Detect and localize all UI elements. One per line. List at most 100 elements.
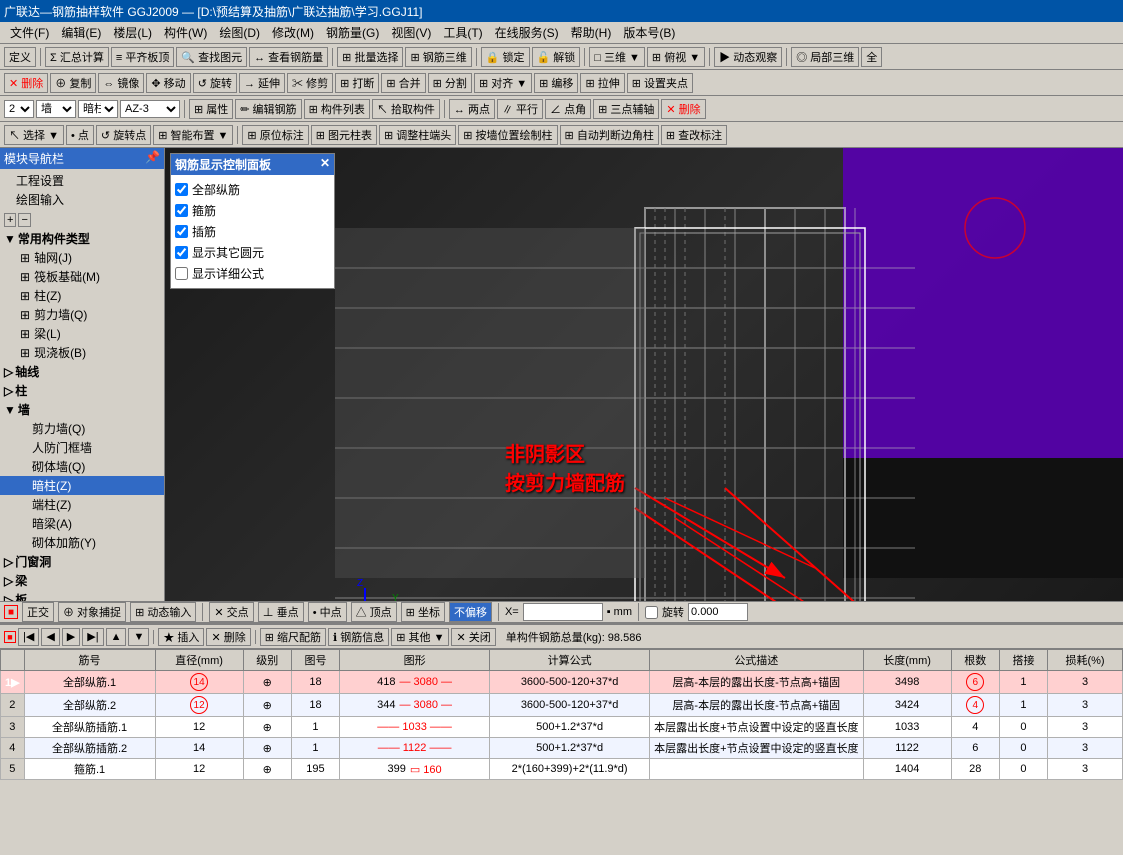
btn-parallel[interactable]: ∥ 平行	[497, 99, 543, 119]
btn-rebar-3d[interactable]: ⊞ 钢筋三维	[405, 47, 471, 67]
cell-diameter-5[interactable]: 12	[155, 759, 243, 780]
btn-rotate-point[interactable]: ↺ 旋转点	[96, 125, 151, 145]
btn-move[interactable]: ✥ 移动	[146, 73, 190, 93]
sidebar-item-beam[interactable]: ⊞ 梁(L)	[0, 324, 164, 343]
sidebar-item-project-settings[interactable]: 工程设置	[0, 171, 164, 190]
btn-find[interactable]: 🔍 查找图元	[176, 47, 247, 67]
menu-version[interactable]: 版本号(B)	[617, 22, 681, 43]
group-board[interactable]: ▷ 板	[0, 590, 164, 601]
btn-print[interactable]: ⊞ 打断	[335, 73, 379, 93]
cell-jinhao-2[interactable]: 全部纵筋.2	[24, 694, 155, 717]
cell-length-2[interactable]: 3424	[863, 694, 951, 717]
cell-diameter-2[interactable]: 12	[155, 694, 243, 717]
sidebar-item-slab[interactable]: ⊞ 现浇板(B)	[0, 343, 164, 362]
btn-lock[interactable]: 🔒 锁定	[481, 47, 530, 67]
element-select[interactable]: 暗柱	[78, 100, 118, 118]
sidebar-pin[interactable]: 📌	[145, 150, 160, 167]
btn-batch-select[interactable]: ⊞ 批量选择	[337, 47, 403, 67]
cell-desc-4[interactable]: 本层露出长度+节点设置中设定的竖直长度	[650, 738, 863, 759]
cell-overlap-2[interactable]: 1	[999, 694, 1047, 717]
btn-nav-up[interactable]: ▲	[106, 628, 127, 646]
btn-snap[interactable]: ⊕ 对象捕捉	[58, 602, 126, 622]
btn-dynamic-input[interactable]: ⊞ 动态输入	[130, 602, 196, 622]
btn-split[interactable]: ⊞ 分割	[428, 73, 472, 93]
cell-formula-5[interactable]: 2*(160+399)+2*(11.9*d)	[490, 759, 650, 780]
btn-add[interactable]: +	[4, 213, 16, 227]
table-scroll-area[interactable]: 筋号 直径(mm) 级别 图号 图形 计算公式 公式描述 长度(mm) 根数 搭…	[0, 649, 1123, 855]
cell-loss-1[interactable]: 3	[1048, 671, 1123, 694]
rebar-panel-close[interactable]: ✕	[320, 156, 330, 173]
btn-no-offset[interactable]: 不偏移	[449, 602, 492, 622]
btn-mirror[interactable]: ⇔ 镜像	[98, 73, 144, 93]
menu-online[interactable]: 在线服务(S)	[489, 22, 565, 43]
cell-figure-4[interactable]: —— 1122 ——	[340, 738, 490, 759]
table-row[interactable]: 2 全部纵筋.2 12 ⊕ 18 344 — 3080 — 3600-500-1…	[1, 694, 1123, 717]
btn-define[interactable]: 定义	[4, 47, 36, 67]
btn-close[interactable]: ✕ 关闭	[451, 628, 495, 646]
sidebar-item-column[interactable]: ⊞ 柱(Z)	[0, 286, 164, 305]
cell-length-3[interactable]: 1033	[863, 717, 951, 738]
cell-tuhao-1[interactable]: 18	[291, 671, 339, 694]
sidebar-item-shear-wall[interactable]: ⊞ 剪力墙(Q)	[0, 305, 164, 324]
sidebar-item-draw-input[interactable]: 绘图输入	[0, 190, 164, 209]
btn-point-angle[interactable]: ∠ 点角	[545, 99, 591, 119]
type-select[interactable]: 墙	[36, 100, 76, 118]
cell-figure-2[interactable]: 344 — 3080 —	[340, 694, 490, 717]
sidebar-item-civil-defense-wall[interactable]: 人防门框墙	[0, 438, 164, 457]
btn-minus[interactable]: −	[18, 213, 30, 227]
btn-nav-first[interactable]: |◀	[18, 628, 39, 646]
cell-formula-4[interactable]: 500+1.2*37*d	[490, 738, 650, 759]
btn-3d[interactable]: □ 三维 ▼	[589, 47, 645, 67]
btn-nav-next[interactable]: ▶	[62, 628, 80, 646]
cell-length-5[interactable]: 1404	[863, 759, 951, 780]
btn-table-delete[interactable]: ✕ 删除	[206, 628, 250, 646]
btn-view-rebar[interactable]: ↔ 查看钢筋量	[249, 47, 328, 67]
table-row[interactable]: 1▶ 全部纵筋.1 14 ⊕ 18 418 — 3080 — 3600-500-…	[1, 671, 1123, 694]
cell-grade-5[interactable]: ⊕	[243, 759, 291, 780]
sidebar-item-masonry-wall[interactable]: 砌体墙(Q)	[0, 457, 164, 476]
btn-two-point[interactable]: ↔ 两点	[449, 99, 495, 119]
table-row[interactable]: 3 全部纵筋插筋.1 12 ⊕ 1 —— 1033 —— 500+1.2*37*…	[1, 717, 1123, 738]
btn-align-top[interactable]: ≡ 平齐板顶	[111, 47, 174, 67]
checkbox-insert-bar[interactable]: 插筋	[175, 221, 330, 242]
btn-nav-prev[interactable]: ◀	[41, 628, 59, 646]
checkbox-other-elements[interactable]: 显示其它圆元	[175, 242, 330, 263]
btn-pick-component[interactable]: ↖ 拾取构件	[372, 99, 440, 119]
btn-ortho[interactable]: 正交	[22, 602, 54, 622]
rotate-input[interactable]	[688, 603, 748, 621]
cell-count-3[interactable]: 4	[951, 717, 999, 738]
group-column[interactable]: ▷ 柱	[0, 381, 164, 400]
cell-figure-3[interactable]: —— 1033 ——	[340, 717, 490, 738]
btn-del-axis[interactable]: ✕ 删除	[661, 99, 705, 119]
cell-loss-4[interactable]: 3	[1048, 738, 1123, 759]
group-opening[interactable]: ▷ 门窗洞	[0, 552, 164, 571]
menu-view[interactable]: 视图(V)	[385, 22, 437, 43]
btn-scale-rebar[interactable]: ⊞ 缩尺配筋	[260, 628, 326, 646]
cell-desc-1[interactable]: 层高-本层的露出长度-节点高+锚固	[650, 671, 863, 694]
cell-overlap-5[interactable]: 0	[999, 759, 1047, 780]
cell-loss-5[interactable]: 3	[1048, 759, 1123, 780]
cell-formula-3[interactable]: 500+1.2*37*d	[490, 717, 650, 738]
menu-modify[interactable]: 修改(M)	[266, 22, 320, 43]
btn-perpendicular[interactable]: ⊥ 垂点	[258, 602, 304, 622]
group-beam[interactable]: ▷ 梁	[0, 571, 164, 590]
sidebar-item-masonry-rebar[interactable]: 砌体加筋(Y)	[0, 533, 164, 552]
btn-extend[interactable]: → 延伸	[239, 73, 285, 93]
checkbox-stirrup[interactable]: 箍筋	[175, 200, 330, 221]
cell-jinhao-3[interactable]: 全部纵筋插筋.1	[24, 717, 155, 738]
table-row[interactable]: 4 全部纵筋插筋.2 14 ⊕ 1 —— 1122 —— 500+1.2*37*…	[1, 738, 1123, 759]
cell-grade-3[interactable]: ⊕	[243, 717, 291, 738]
checkbox-all-bars[interactable]: 全部纵筋	[175, 179, 330, 200]
btn-align[interactable]: ⊞ 对齐 ▼	[474, 73, 532, 93]
cell-loss-3[interactable]: 3	[1048, 717, 1123, 738]
group-wall[interactable]: ▼ 墙	[0, 400, 164, 419]
cell-overlap-4[interactable]: 0	[999, 738, 1047, 759]
btn-merge[interactable]: ⊞ 合并	[381, 73, 425, 93]
btn-rebar-info[interactable]: ℹ 钢筋信息	[328, 628, 389, 646]
cell-count-2[interactable]: 4	[951, 694, 999, 717]
btn-three-point[interactable]: ⊞ 三点辅轴	[593, 99, 659, 119]
cell-overlap-1[interactable]: 1	[999, 671, 1047, 694]
btn-vertex[interactable]: △ 顶点	[351, 602, 397, 622]
cell-tuhao-3[interactable]: 1	[291, 717, 339, 738]
cell-overlap-3[interactable]: 0	[999, 717, 1047, 738]
